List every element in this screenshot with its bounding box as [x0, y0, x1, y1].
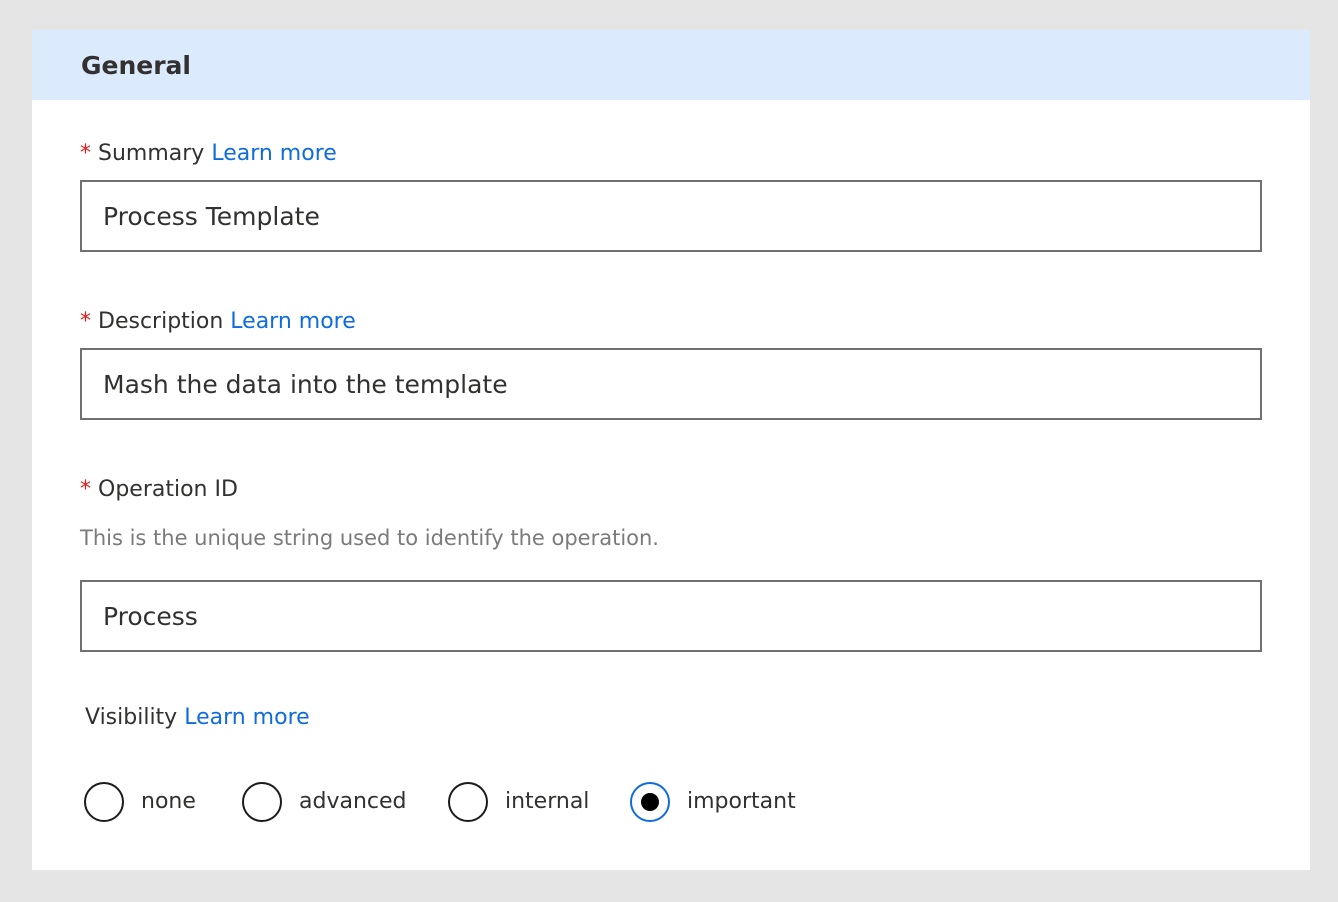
operation-id-label-row: * Operation ID — [80, 476, 238, 504]
description-learn-more-link[interactable]: Learn more — [230, 309, 355, 334]
radio-label: important — [687, 789, 796, 814]
radio-label: none — [141, 789, 196, 814]
visibility-learn-more-link[interactable]: Learn more — [184, 705, 309, 730]
panel-title: General — [81, 51, 191, 80]
radio-circle[interactable] — [242, 782, 282, 822]
summary-label-row: * Summary Learn more — [80, 140, 337, 168]
general-panel: General * Summary Learn more * Description… — [32, 30, 1310, 870]
required-asterisk: * — [80, 477, 91, 502]
summary-label: Summary — [98, 141, 205, 166]
radio-circle-selected[interactable] — [630, 782, 670, 822]
radio-option-important[interactable]: important — [630, 782, 810, 822]
radio-label: internal — [505, 789, 590, 814]
required-asterisk: * — [80, 141, 91, 166]
radio-circle[interactable] — [448, 782, 488, 822]
radio-selected-dot — [641, 793, 659, 811]
description-label: Description — [98, 309, 224, 334]
visibility-label-row: Visibility Learn more — [85, 704, 310, 732]
radio-option-none[interactable]: none — [84, 782, 204, 822]
panel-header: General — [32, 30, 1310, 100]
summary-learn-more-link[interactable]: Learn more — [211, 141, 336, 166]
radio-option-internal[interactable]: internal — [448, 782, 598, 822]
description-label-row: * Description Learn more — [80, 308, 356, 336]
radio-circle[interactable] — [84, 782, 124, 822]
radio-label: advanced — [299, 789, 407, 814]
description-input[interactable] — [80, 348, 1262, 420]
operation-id-helper-text: This is the unique string used to identi… — [80, 526, 659, 550]
operation-id-label: Operation ID — [98, 477, 238, 502]
visibility-label: Visibility — [85, 705, 178, 730]
radio-option-advanced[interactable]: advanced — [242, 782, 412, 822]
operation-id-input[interactable] — [80, 580, 1262, 652]
summary-input[interactable] — [80, 180, 1262, 252]
required-asterisk: * — [80, 309, 91, 334]
